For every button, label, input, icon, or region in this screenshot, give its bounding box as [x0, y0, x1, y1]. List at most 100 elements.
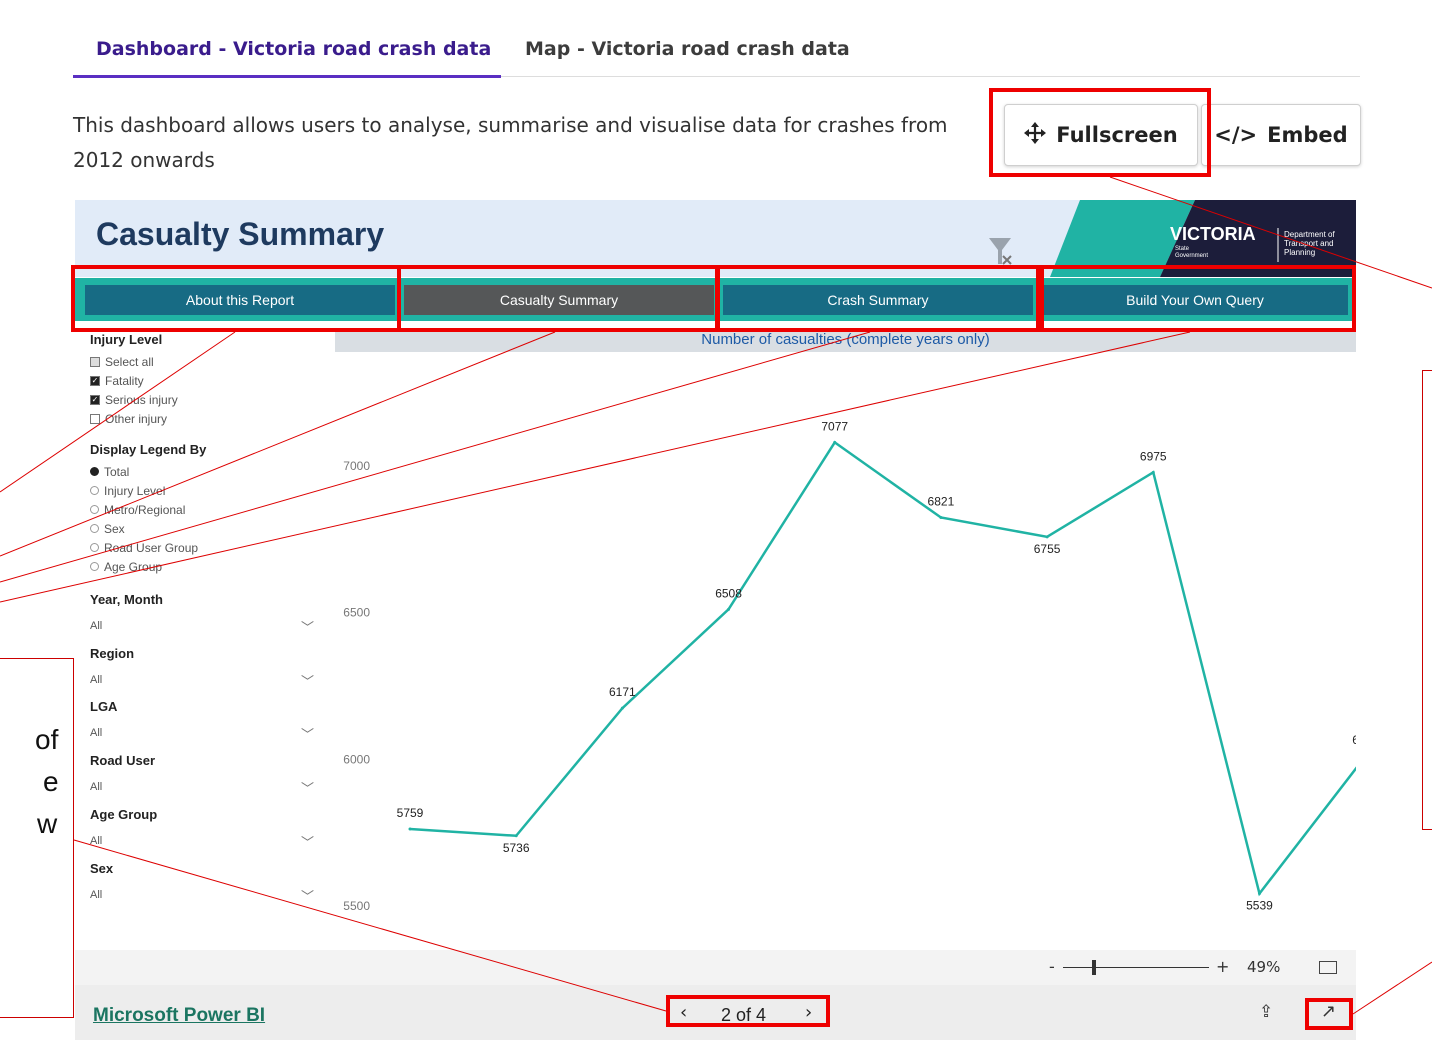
dashboard-description: This dashboard allows users to analyse, … [73, 113, 948, 172]
injury-option[interactable]: Other injury [90, 409, 178, 428]
checkbox-checked-icon: ✓ [90, 394, 100, 405]
zoom-slider-track[interactable] [1063, 967, 1209, 968]
zoom-level: 49% [1247, 958, 1281, 976]
radio-selected-icon [90, 467, 99, 476]
fit-to-page-icon[interactable] [1319, 961, 1337, 974]
slicer-region-value[interactable]: All [90, 674, 102, 686]
option-label: Age Group [104, 559, 163, 574]
legend-option[interactable]: Age Group [90, 557, 198, 576]
zoom-slider-handle[interactable] [1092, 960, 1096, 975]
data-label: 5539 [1246, 899, 1273, 912]
logo-dept: Department of Transport and Planning [1284, 230, 1335, 257]
legend-option[interactable]: Total [90, 462, 198, 481]
annotation-box-expand [1305, 998, 1353, 1030]
slicer-road-user-value[interactable]: All [90, 781, 102, 793]
slicer-lga-label: LGA [90, 699, 118, 714]
radio-icon [90, 524, 99, 533]
slicer-sex-value[interactable]: All [90, 889, 102, 901]
data-point [1151, 470, 1155, 474]
data-point [833, 440, 837, 444]
chevron-down-icon[interactable]: ﹀ [301, 724, 314, 743]
y-tick-label: 7000 [343, 459, 370, 473]
legend-by-heading: Display Legend By [90, 442, 207, 457]
data-label: 5759 [397, 806, 424, 820]
slicer-age-group-value[interactable]: All [90, 835, 102, 847]
injury-option[interactable]: Select all [90, 352, 178, 371]
legend-option[interactable]: Road User Group [90, 538, 198, 557]
data-point [514, 834, 518, 838]
legend-option[interactable]: Injury Level [90, 481, 198, 500]
checkbox-icon [90, 413, 100, 424]
injury-option[interactable]: ✓ Fatality [90, 371, 178, 390]
clear-filter-icon[interactable] [987, 236, 1013, 268]
zoom-out-button[interactable]: - [1049, 957, 1055, 976]
chevron-down-icon[interactable]: ﹀ [301, 671, 314, 690]
tab-dashboard[interactable]: Dashboard - Victoria road crash data [96, 38, 491, 60]
checkbox-icon [90, 356, 100, 367]
logo-sub: State Government [1175, 246, 1209, 259]
y-tick-label: 5500 [343, 899, 370, 912]
legend-option[interactable]: Metro/Regional [90, 500, 198, 519]
annotation-box-about [71, 265, 401, 332]
annotation-box-query [1040, 265, 1356, 332]
tab-map[interactable]: Map - Victoria road crash data [525, 38, 850, 60]
chart-title: Number of casualties (complete years onl… [701, 331, 990, 348]
option-label: Sex [104, 521, 125, 536]
callout-fragment: w [37, 808, 58, 839]
annotation-box-fullscreen [989, 88, 1211, 177]
chevron-down-icon[interactable]: ﹀ [301, 617, 314, 636]
left-callout-box: of e w [0, 658, 74, 1018]
slicer-road-user-label: Road User [90, 753, 156, 768]
callout-fragment: e [43, 766, 59, 797]
data-label: 6821 [928, 495, 955, 509]
injury-level-options: Select all ✓ Fatality ✓ Serious injury Oth… [90, 352, 178, 428]
data-label: 6008 [1352, 733, 1356, 747]
injury-level-heading: Injury Level [90, 332, 163, 347]
chevron-down-icon[interactable]: ﹀ [301, 886, 314, 905]
annotation-box-pagination [666, 995, 830, 1027]
annotation-box-crash [716, 265, 1040, 332]
data-label: 7077 [821, 419, 848, 433]
report-title: Casualty Summary [96, 216, 385, 252]
series-line [409, 440, 1356, 897]
data-point [727, 607, 731, 611]
embed-button[interactable]: </> Embed [1201, 104, 1361, 166]
zoom-in-button[interactable]: + [1216, 957, 1229, 976]
slicer-sex-label: Sex [90, 861, 114, 876]
logo-brand: VICTORIA [1170, 224, 1256, 244]
data-point [939, 516, 943, 520]
data-label: 6755 [1034, 542, 1061, 556]
data-point [408, 827, 412, 831]
option-label: Fatality [105, 373, 144, 388]
zoom-bar: - + 49% [75, 950, 1356, 985]
chevron-down-icon[interactable]: ﹀ [301, 832, 314, 851]
slicer-year-month-label: Year, Month [90, 592, 163, 607]
option-label: Injury Level [104, 483, 166, 498]
radio-icon [90, 543, 99, 552]
power-bi-link[interactable]: Microsoft Power BI [93, 1005, 265, 1027]
callout-fragment: of [35, 724, 59, 755]
slicer-age-group-label: Age Group [90, 807, 158, 822]
option-label: Other injury [105, 411, 168, 426]
option-label: Road User Group [104, 540, 199, 555]
injury-option[interactable]: ✓ Serious injury [90, 390, 178, 409]
data-point [1045, 535, 1049, 539]
data-label: 5736 [503, 841, 530, 855]
option-label: Select all [105, 354, 154, 369]
option-label: Total [104, 464, 130, 479]
code-icon: </> [1214, 123, 1258, 147]
slicer-lga-value[interactable]: All [90, 727, 102, 739]
data-label: 6171 [609, 685, 636, 699]
legend-option[interactable]: Sex [90, 519, 198, 538]
radio-icon [90, 505, 99, 514]
option-label: Serious injury [105, 392, 178, 407]
data-label: 6975 [1140, 449, 1167, 463]
radio-icon [90, 562, 99, 571]
chevron-down-icon[interactable]: ﹀ [301, 778, 314, 797]
radio-icon [90, 486, 99, 495]
slicer-year-month-value[interactable]: All [90, 620, 102, 632]
share-icon[interactable]: ⇪ [1259, 1002, 1273, 1022]
legend-by-options: Total Injury Level Metro/Regional Sex Ro… [90, 462, 198, 576]
right-callout-box [1422, 370, 1432, 830]
y-tick-label: 6500 [343, 606, 370, 620]
